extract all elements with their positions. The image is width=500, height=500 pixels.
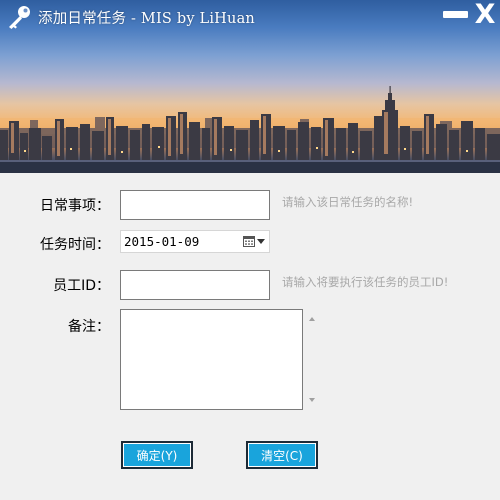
employee-id-hint: 请输入将要执行该任务的员工ID! xyxy=(282,275,449,289)
scroll-down-arrow-icon[interactable] xyxy=(309,398,315,402)
close-button[interactable]: X xyxy=(471,1,499,28)
clear-button[interactable]: 清空(C) xyxy=(246,441,318,469)
task-time-value: 2015-01-09 xyxy=(124,234,200,249)
employee-id-label: 员工ID： xyxy=(53,278,110,294)
remark-textarea[interactable] xyxy=(120,309,303,410)
minimize-button[interactable] xyxy=(443,11,468,18)
task-name-input[interactable] xyxy=(120,190,270,220)
task-time-datepicker[interactable]: 2015-01-09 xyxy=(120,230,270,253)
employee-id-input[interactable] xyxy=(120,270,270,300)
scroll-up-arrow-icon[interactable] xyxy=(309,317,315,321)
header-banner: 添加日常任务 - MIS by LiHuan X xyxy=(0,0,500,173)
task-name-hint: 请输入该日常任务的名称! xyxy=(282,195,414,209)
remark-scrollbar[interactable] xyxy=(306,309,319,410)
task-name-label: 日常事项： xyxy=(40,198,110,214)
confirm-button[interactable]: 确定(Y) xyxy=(121,441,193,469)
dropdown-arrow-icon[interactable] xyxy=(257,239,265,244)
window-title: 添加日常任务 - MIS by LiHuan xyxy=(38,10,255,27)
calendar-icon[interactable] xyxy=(243,236,255,247)
title-bar: 添加日常任务 - MIS by LiHuan xyxy=(6,4,255,30)
task-time-label: 任务时间： xyxy=(40,237,110,253)
remark-field xyxy=(120,309,319,410)
remark-label: 备注： xyxy=(68,319,110,335)
key-icon xyxy=(9,6,30,29)
